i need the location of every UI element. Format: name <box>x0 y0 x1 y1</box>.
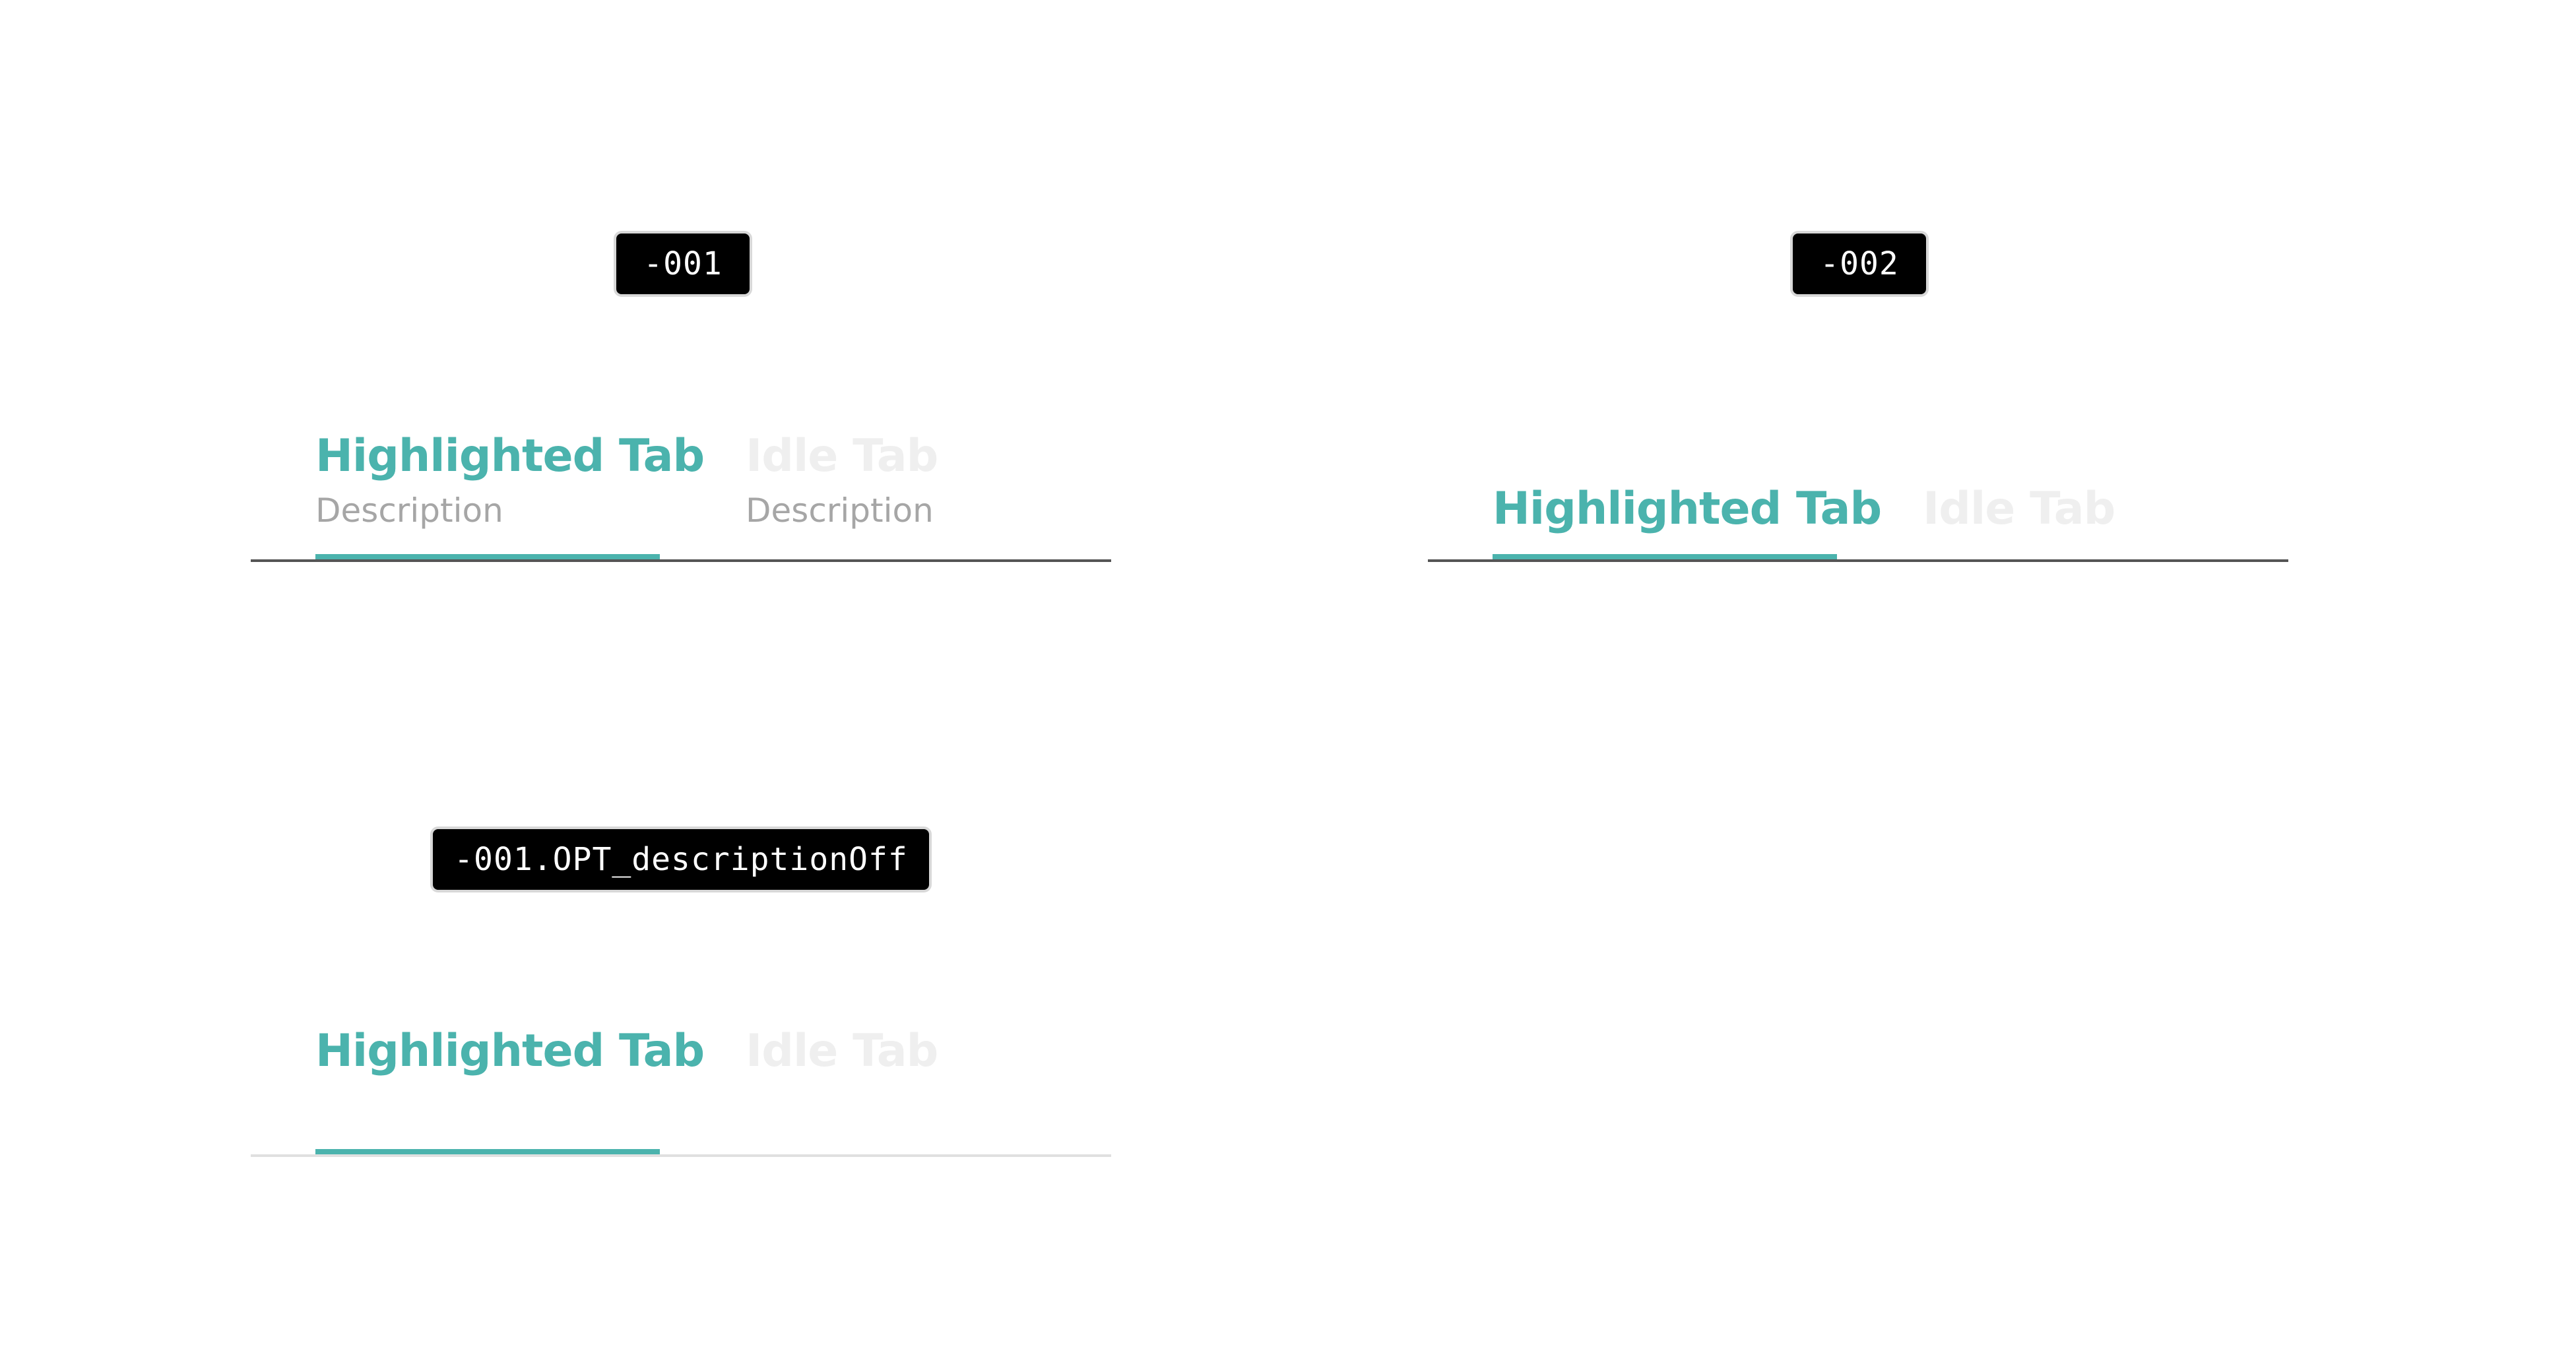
tab-description: Description <box>315 491 503 530</box>
tab-bar-baseline <box>251 559 1111 562</box>
tab-title: Highlighted Tab <box>1493 483 1882 535</box>
tab-highlighted[interactable]: Highlighted Tab Description <box>315 430 705 562</box>
tab-title: Idle Tab <box>746 430 938 482</box>
tab-bar-002: Highlighted Tab Idle Tab <box>1428 430 2288 562</box>
variant-label-002: -002 <box>1790 231 1929 297</box>
tab-idle[interactable]: Idle Tab <box>746 1025 944 1157</box>
tab-highlighted[interactable]: Highlighted Tab <box>315 1025 705 1157</box>
tab-idle[interactable]: Idle Tab <box>1923 483 2121 562</box>
tab-title: Idle Tab <box>1923 483 2115 535</box>
tab-title: Idle Tab <box>746 1025 938 1077</box>
tab-bar-baseline <box>1428 559 2288 562</box>
active-tab-indicator <box>315 1149 660 1154</box>
tab-bar-baseline <box>251 1154 1111 1157</box>
active-tab-indicator <box>1493 554 1837 559</box>
tab-bar-001-description-off: Highlighted Tab Idle Tab <box>251 1025 1111 1157</box>
variant-label-001: -001 <box>614 231 752 297</box>
active-tab-indicator <box>315 554 660 559</box>
tab-idle[interactable]: Idle Tab Description <box>746 430 944 562</box>
tab-title: Highlighted Tab <box>315 1025 705 1077</box>
variant-label-001-description-off: -001.OPT_descriptionOff <box>430 826 932 892</box>
tab-title: Highlighted Tab <box>315 430 705 482</box>
tab-description: Description <box>746 491 934 530</box>
tab-bar-001: Highlighted Tab Description Idle Tab Des… <box>251 430 1111 562</box>
tab-highlighted[interactable]: Highlighted Tab <box>1493 483 1882 562</box>
